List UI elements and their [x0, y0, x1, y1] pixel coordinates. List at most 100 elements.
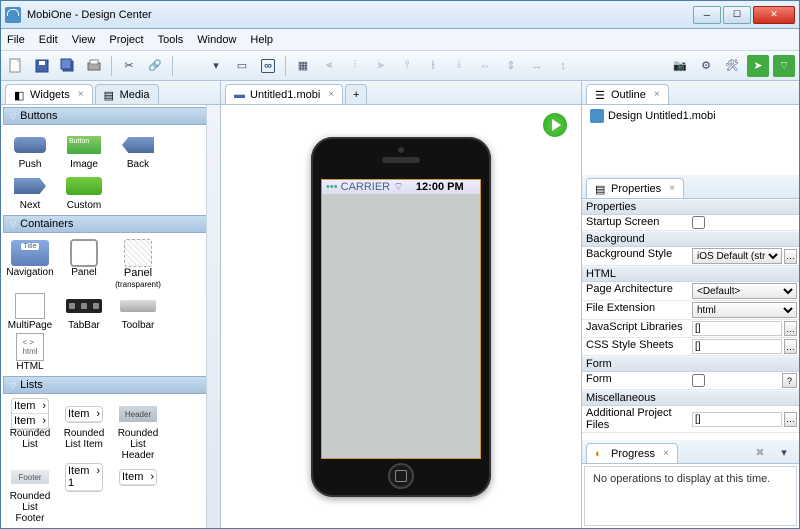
widget-list2[interactable]: Item 1› — [61, 465, 107, 524]
menu-view[interactable]: View — [72, 34, 96, 46]
phone-camera — [398, 147, 404, 153]
form-checkbox[interactable] — [692, 374, 705, 387]
cut-button[interactable]: ✂ — [118, 55, 140, 77]
widget-html[interactable]: < >htmlHTML — [7, 335, 53, 372]
maximize-button[interactable]: ☐ — [723, 6, 751, 24]
tools-icon[interactable]: 🛠 — [721, 55, 743, 77]
page-arch-select[interactable]: <Default> — [692, 283, 797, 299]
close-button[interactable]: ✕ — [753, 6, 795, 24]
menu-window[interactable]: Window — [197, 34, 236, 46]
close-icon[interactable]: × — [654, 89, 660, 100]
center-panel: ▬ Untitled1.mobi × + ••• CARRIER ⌔ 12:00… — [221, 81, 581, 528]
widget-tabbar[interactable]: TabBar — [61, 294, 107, 331]
dropdown-1[interactable]: ▾ — [205, 55, 227, 77]
widget-multipage[interactable]: MultiPage — [7, 294, 53, 331]
js-libs-input[interactable] — [692, 321, 782, 336]
more-button[interactable]: … — [784, 249, 797, 264]
menu-project[interactable]: Project — [109, 34, 143, 46]
progress-icon: ◐ — [595, 448, 607, 460]
close-icon[interactable]: × — [669, 183, 675, 194]
startup-screen-checkbox[interactable] — [692, 216, 705, 229]
menu-edit[interactable]: Edit — [39, 34, 58, 46]
apple-icon[interactable] — [179, 55, 201, 77]
dist-v-icon[interactable]: ⇕ — [500, 55, 522, 77]
align-right-icon[interactable]: ⫸ — [370, 55, 392, 77]
match-h-icon[interactable]: ↕ — [552, 55, 574, 77]
saveall-button[interactable] — [57, 55, 79, 77]
scrollbar[interactable] — [206, 105, 220, 528]
align-bottom-icon[interactable]: ⫰ — [448, 55, 470, 77]
more-button[interactable]: … — [784, 339, 797, 354]
run-icon[interactable]: ➤ — [747, 55, 769, 77]
tab-widgets[interactable]: ◧ Widgets × — [5, 84, 93, 104]
phone-screen[interactable]: ••• CARRIER ⌔ 12:00 PM — [321, 179, 481, 459]
widget-rounded-list-header[interactable]: HeaderRounded List Header — [115, 402, 161, 461]
widget-panel[interactable]: Panel — [61, 241, 107, 290]
outline-root[interactable]: Design Untitled1.mobi — [590, 109, 791, 123]
widget-toolbar[interactable]: Toolbar — [115, 294, 161, 331]
menu-tools[interactable]: Tools — [158, 34, 184, 46]
widget-panel-transparent[interactable]: Panel(transparent) — [115, 241, 161, 290]
minimize-button[interactable]: ─ — [693, 6, 721, 24]
play-button[interactable] — [543, 113, 567, 137]
align-top-icon[interactable]: ⫯ — [396, 55, 418, 77]
infinity-button[interactable]: ∞ — [257, 55, 279, 77]
widget-custom[interactable]: Custom — [61, 174, 107, 211]
help-button[interactable]: ? — [782, 373, 797, 388]
progress-clear-icon[interactable]: ✖ — [749, 441, 771, 463]
tab-media[interactable]: ▤ Media — [95, 84, 159, 104]
css-sheets-input[interactable] — [692, 339, 782, 354]
widget-rounded-list[interactable]: Item›Item›Rounded List — [7, 402, 53, 461]
widget-next[interactable]: Next — [7, 174, 53, 211]
section-containers[interactable]: ▽Containers — [3, 215, 218, 233]
tab-properties[interactable]: ▤ Properties × — [586, 178, 684, 198]
match-w-icon[interactable]: ↔ — [526, 55, 548, 77]
widget-rounded-list-footer[interactable]: FooterRounded List Footer — [7, 465, 53, 524]
progress-menu-icon[interactable]: ▾ — [773, 441, 795, 463]
gear-icon[interactable]: ⚙ — [695, 55, 717, 77]
close-icon[interactable]: × — [328, 89, 334, 100]
more-button[interactable]: … — [784, 321, 797, 336]
widget-image[interactable]: Image — [61, 133, 107, 170]
align-left-icon[interactable]: ⫷ — [318, 55, 340, 77]
print-button[interactable] — [83, 55, 105, 77]
wifi-icon: ⌔ — [393, 181, 403, 193]
widget-push[interactable]: Push — [7, 133, 53, 170]
align-middle-icon[interactable]: ⫲ — [422, 55, 444, 77]
section-buttons[interactable]: ▽Buttons — [3, 107, 218, 125]
tab-outline[interactable]: ☰ Outline × — [586, 84, 669, 104]
wifi-icon[interactable]: ⌔ — [773, 55, 795, 77]
section-lists[interactable]: ▽Lists — [3, 376, 218, 394]
prop-js-libs-label: JavaScript Libraries — [582, 320, 690, 337]
widget-back[interactable]: Back — [115, 133, 161, 170]
dist-h-icon[interactable]: ⇔ — [474, 55, 496, 77]
prop-file-ext-label: File Extension — [582, 301, 690, 319]
editor-tab[interactable]: ▬ Untitled1.mobi × — [225, 84, 343, 104]
file-icon: ▬ — [234, 89, 246, 101]
new-button[interactable] — [5, 55, 27, 77]
file-ext-select[interactable]: html — [692, 302, 797, 318]
save-button[interactable] — [31, 55, 53, 77]
camera-icon[interactable]: 📷 — [669, 55, 691, 77]
align-center-icon[interactable]: ⫶ — [344, 55, 366, 77]
close-icon[interactable]: × — [78, 89, 84, 100]
tab-progress[interactable]: ◐ Progress × — [586, 443, 678, 463]
menu-help[interactable]: Help — [250, 34, 273, 46]
grid-button[interactable]: ▦ — [292, 55, 314, 77]
app-icon — [5, 7, 21, 23]
home-button[interactable] — [388, 463, 414, 489]
widget-list-item2[interactable]: Item› — [115, 465, 161, 524]
widgets-icon: ◧ — [14, 89, 26, 101]
background-style-select[interactable]: iOS Default (strip… — [692, 248, 782, 264]
more-button[interactable]: … — [784, 412, 797, 427]
link-button[interactable]: 🔗 — [144, 55, 166, 77]
widget-rounded-list-item[interactable]: Item›Rounded List Item — [61, 402, 107, 461]
device-button[interactable]: ▭ — [231, 55, 253, 77]
menu-file[interactable]: File — [7, 34, 25, 46]
progress-message: No operations to display at this time. — [593, 473, 770, 485]
new-tab-button[interactable]: + — [345, 84, 367, 104]
addproj-input[interactable] — [692, 412, 782, 427]
close-icon[interactable]: × — [663, 448, 669, 459]
design-canvas[interactable]: ••• CARRIER ⌔ 12:00 PM — [221, 105, 581, 528]
widget-navigation[interactable]: TitleNavigation — [7, 241, 53, 290]
